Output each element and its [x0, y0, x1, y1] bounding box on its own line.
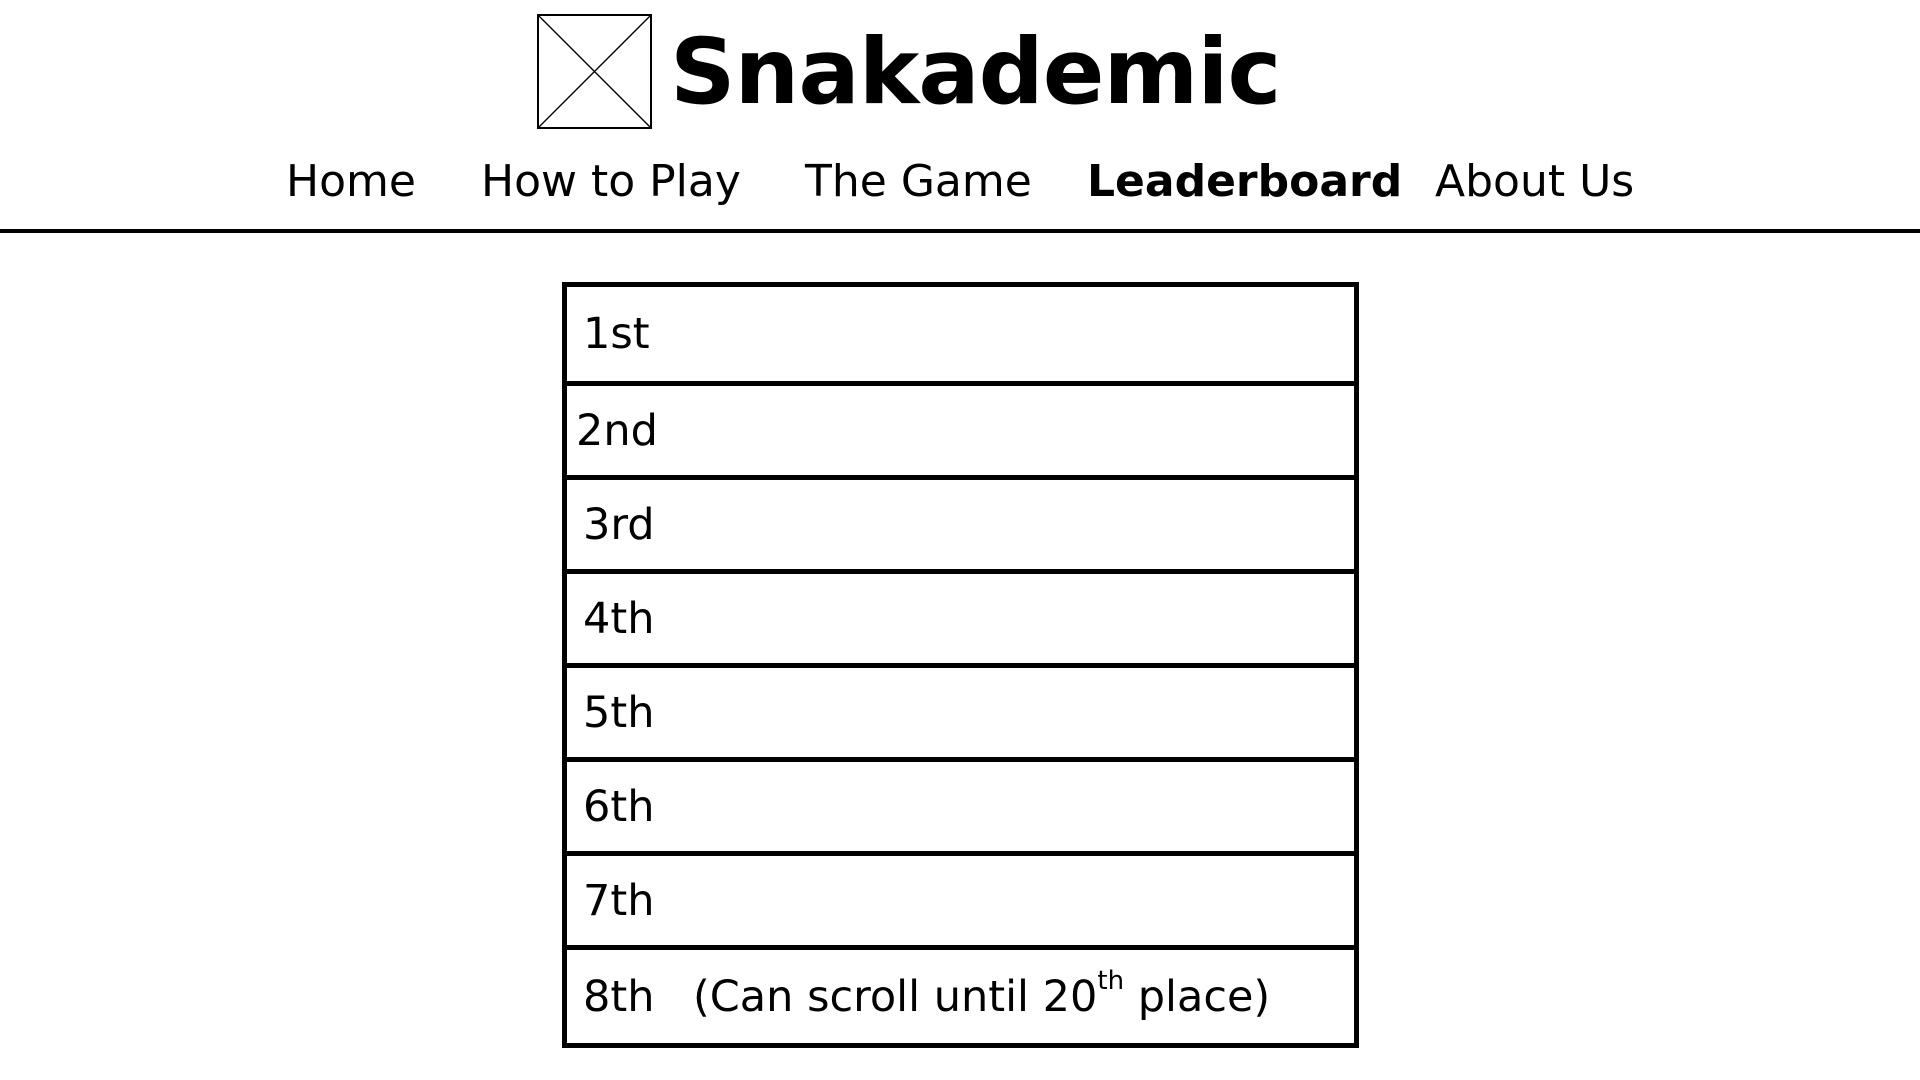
leaderboard-row-4: 4th: [567, 569, 1354, 663]
leaderboard-page: Snakademic Home How to Play The Game Lea…: [0, 0, 1920, 1080]
leaderboard-row-3: 3rd: [567, 475, 1354, 569]
rank-label: 5th: [583, 687, 655, 738]
leaderboard-row-8: 8th (Can scroll until 20th place): [567, 945, 1354, 1043]
leaderboard-row-5: 5th: [567, 663, 1354, 757]
header-divider: [0, 229, 1920, 233]
image-placeholder-icon: [539, 16, 650, 127]
scroll-hint-note: (Can scroll until 20th place): [693, 968, 1271, 1023]
app-title: Snakademic: [670, 20, 1281, 125]
scroll-hint-superscript: th: [1097, 965, 1125, 996]
logo-placeholder-icon[interactable]: [537, 14, 652, 129]
scroll-hint-prefix: (Can scroll until 20: [693, 971, 1098, 1022]
nav-item-leaderboard[interactable]: Leaderboard: [1087, 150, 1402, 214]
rank-label: 3rd: [583, 499, 655, 550]
leaderboard-row-7: 7th: [567, 851, 1354, 945]
rank-label: 1st: [583, 309, 650, 359]
leaderboard-row-1: 1st: [567, 287, 1354, 381]
main-nav: Home How to Play The Game Leaderboard Ab…: [0, 150, 1920, 214]
nav-item-how-to-play[interactable]: How to Play: [481, 150, 741, 214]
nav-item-the-game[interactable]: The Game: [805, 150, 1032, 214]
nav-item-about-us[interactable]: About Us: [1435, 150, 1634, 214]
rank-label: 6th: [583, 781, 655, 832]
rank-label: 2nd: [576, 405, 658, 456]
rank-label: 4th: [583, 593, 655, 644]
leaderboard-row-6: 6th: [567, 757, 1354, 851]
rank-label: 8th: [583, 971, 655, 1022]
leaderboard-table[interactable]: 1st 2nd 3rd 4th 5th 6th 7th 8th (Can scr…: [562, 282, 1359, 1048]
nav-item-home[interactable]: Home: [286, 150, 416, 214]
leaderboard-row-2: 2nd: [567, 381, 1354, 475]
rank-label: 7th: [583, 875, 655, 926]
scroll-hint-suffix: place): [1124, 971, 1271, 1022]
